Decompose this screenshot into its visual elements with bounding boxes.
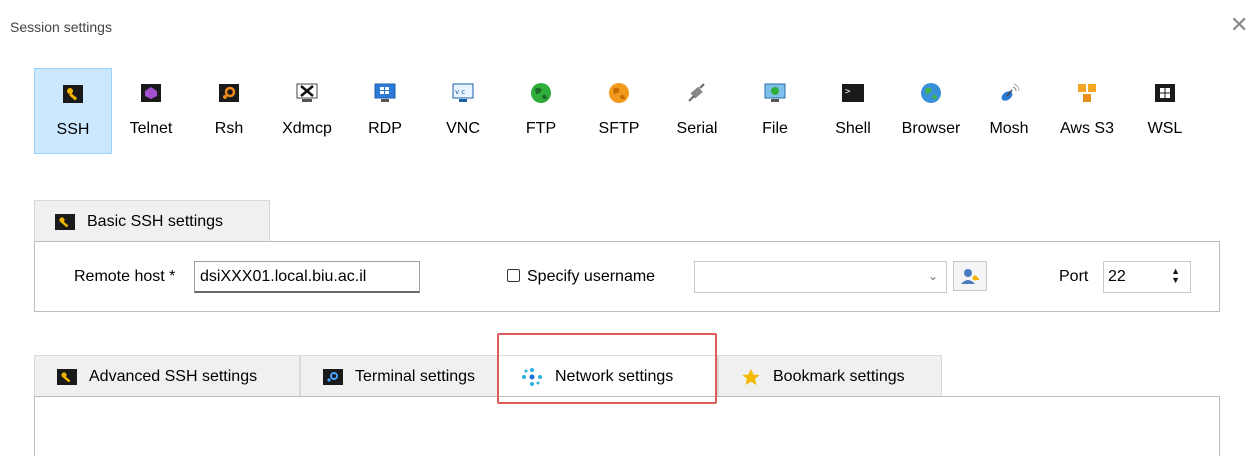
specify-username-label[interactable]: Specify username	[527, 268, 655, 286]
protocol-label: Browser	[901, 120, 961, 137]
file-monitor-icon	[764, 82, 786, 104]
key-icon	[57, 368, 77, 385]
protocol-xdmcp[interactable]: Xdmcp	[268, 68, 346, 154]
protocol-label: Serial	[676, 120, 718, 137]
rdp-monitor-icon	[374, 82, 396, 104]
spin-arrows-icon[interactable]: ▲ ▼	[1171, 267, 1180, 285]
vnc-icon: v c	[452, 82, 474, 104]
protocol-serial[interactable]: Serial	[658, 68, 736, 154]
tab-terminal-settings[interactable]: Terminal settings	[300, 355, 498, 397]
svg-text:>: >	[845, 87, 851, 97]
key-icon	[55, 213, 75, 230]
tab-content-panel	[34, 396, 1220, 456]
tab-bookmark-settings[interactable]: Bookmark settings	[718, 355, 942, 397]
username-combobox[interactable]: ⌄	[694, 261, 947, 293]
protocol-aws-s3[interactable]: Aws S3	[1048, 68, 1126, 154]
protocol-sftp[interactable]: SFTP	[580, 68, 658, 154]
mosh-satellite-icon	[998, 82, 1020, 104]
protocol-shell[interactable]: > Shell	[814, 68, 892, 154]
port-stepper[interactable]: 22 ▲ ▼	[1103, 261, 1191, 293]
settings-tabs: Advanced SSH settings Terminal settings …	[34, 355, 942, 397]
tab-label: Terminal settings	[355, 367, 476, 385]
protocol-label: SFTP	[598, 120, 640, 137]
tab-advanced-ssh-settings[interactable]: Advanced SSH settings	[34, 355, 300, 397]
tab-label: Network settings	[555, 367, 674, 385]
close-icon[interactable]: ✕	[1230, 14, 1248, 36]
port-label: Port	[1059, 268, 1089, 285]
protocol-label: File	[762, 120, 788, 137]
protocol-file[interactable]: File	[736, 68, 814, 154]
protocol-browser[interactable]: Browser	[892, 68, 970, 154]
protocol-ssh[interactable]: SSH	[34, 68, 112, 154]
protocol-label: RDP	[368, 120, 402, 137]
protocol-label: WSL	[1147, 120, 1183, 137]
tab-label: Advanced SSH settings	[89, 367, 258, 385]
protocol-wsl[interactable]: WSL	[1126, 68, 1204, 154]
aws-s3-cubes-icon	[1076, 82, 1098, 104]
protocol-mosh[interactable]: Mosh	[970, 68, 1048, 154]
browser-globe-icon	[920, 82, 942, 104]
port-value: 22	[1108, 268, 1126, 285]
protocol-vnc[interactable]: v c VNC	[424, 68, 502, 154]
protocol-label: Aws S3	[1060, 120, 1114, 137]
protocol-label: SSH	[56, 121, 90, 138]
wsl-windows-icon	[1154, 82, 1176, 104]
remote-host-input[interactable]: dsiXXX01.local.biu.ac.il	[194, 261, 420, 293]
star-icon	[741, 368, 761, 386]
tab-label: Basic SSH settings	[87, 212, 224, 230]
protocol-label: Xdmcp	[282, 120, 332, 137]
protocol-label: Mosh	[989, 120, 1029, 137]
ssh-key-icon	[62, 83, 84, 105]
svg-text:v c: v c	[455, 88, 465, 96]
protocol-label: FTP	[525, 120, 557, 137]
serial-plug-icon	[686, 82, 708, 104]
tab-network-settings[interactable]: Network settings	[498, 355, 718, 397]
protocol-label: Shell	[835, 120, 871, 137]
network-icon	[521, 367, 543, 386]
user-manager-button[interactable]	[953, 261, 987, 291]
protocol-rsh[interactable]: Rsh	[190, 68, 268, 154]
specify-username-checkbox[interactable]	[507, 269, 520, 282]
remote-host-label: Remote host *	[74, 268, 176, 285]
chevron-down-icon[interactable]: ⌄	[928, 269, 938, 283]
protocol-label: VNC	[446, 120, 480, 137]
telnet-icon	[140, 82, 162, 104]
tab-label: Bookmark settings	[773, 367, 905, 385]
xdmcp-icon	[296, 82, 318, 104]
shell-terminal-icon: >	[842, 82, 864, 104]
protocol-ftp[interactable]: FTP	[502, 68, 580, 154]
protocol-toolbar: SSH Telnet Rsh Xdmcp RDP v c VNC FTP SFT…	[34, 68, 1204, 154]
sftp-globe-icon	[608, 82, 630, 104]
terminal-icon	[323, 368, 343, 385]
user-key-icon	[960, 267, 980, 285]
window-title: Session settings	[10, 19, 112, 35]
protocol-telnet[interactable]: Telnet	[112, 68, 190, 154]
tab-basic-ssh-settings[interactable]: Basic SSH settings	[34, 200, 270, 242]
protocol-rdp[interactable]: RDP	[346, 68, 424, 154]
rsh-icon	[218, 82, 240, 104]
protocol-label: Rsh	[214, 120, 244, 137]
ftp-globe-icon	[530, 82, 552, 104]
protocol-label: Telnet	[129, 120, 173, 137]
